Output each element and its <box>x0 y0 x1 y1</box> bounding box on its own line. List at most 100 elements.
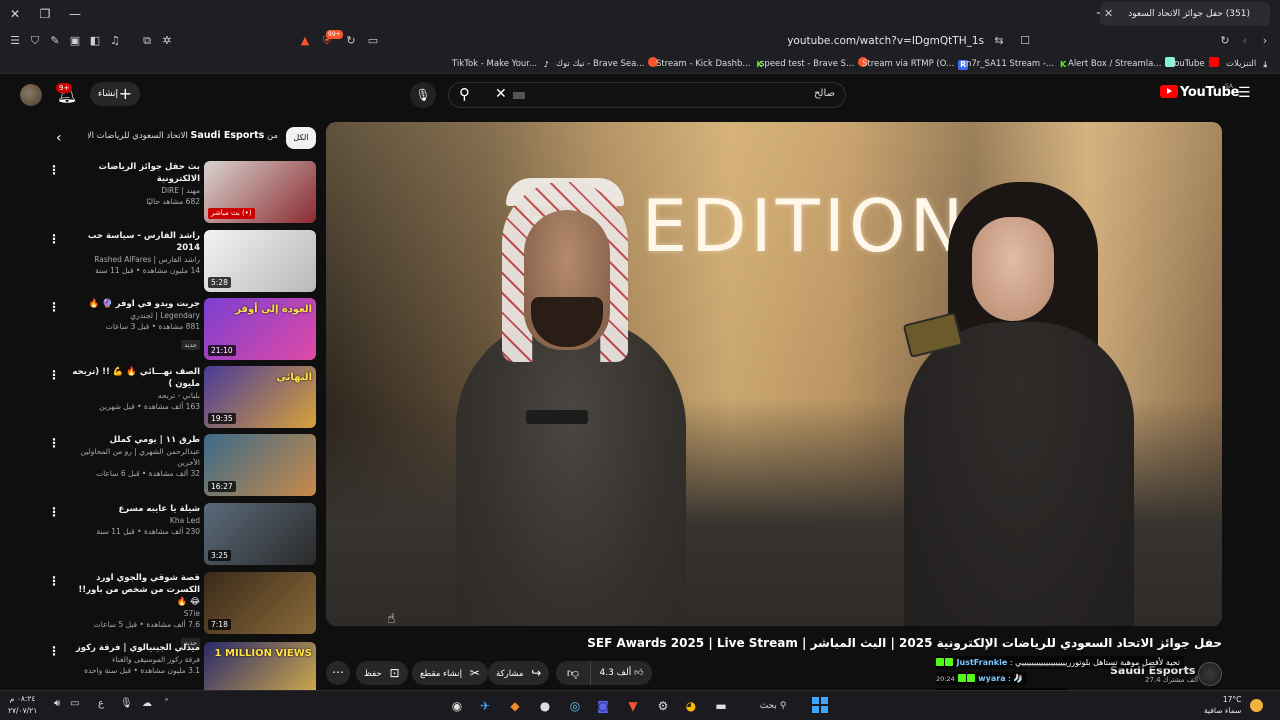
recommendation-item[interactable]: ⋮ طرق ١١ | يومي كملل عبدالرحمن الشهري | رو… <box>40 434 316 498</box>
bookmark-item[interactable]: TikTok - Make Your... ♪ <box>452 56 551 72</box>
file-explorer-icon[interactable]: ▬ <box>712 697 730 715</box>
sidebar-toggle-icon[interactable]: ◧ <box>86 32 104 50</box>
recommendation-channel[interactable]: Legendary | لجندري <box>70 310 200 321</box>
clip-button[interactable]: إنشاء مقطع ✂ <box>412 661 488 685</box>
more-vert-icon[interactable]: ⋮ <box>48 300 60 314</box>
site-settings-icon[interactable]: ⇆ <box>990 32 1008 50</box>
taskbar-clock[interactable]: ٠٨:٢٤ م ٢٧/٠٧/٢١ <box>8 693 37 717</box>
active-tab[interactable]: (351) حفل جوائز الاتحاد السعود ✕ <box>1100 2 1270 26</box>
recommendation-title[interactable]: بث حفل جوائز الرياضات الالكترونية <box>70 161 200 185</box>
video-player[interactable]: 5TH EDITION <box>326 122 1222 626</box>
address-bar[interactable]: youtube.com/watch?v=IDgmQtTH_1s <box>720 31 1020 51</box>
taskbar-search[interactable]: بحث ⚲ <box>740 697 806 715</box>
bookmark-item[interactable]: YouTube <box>1170 56 1219 72</box>
bookmark-icon[interactable]: ☐ <box>1016 32 1034 50</box>
more-vert-icon[interactable]: ⋮ <box>48 574 60 588</box>
recommendation-channel[interactable]: راشد الفارس | Rashed AlFares <box>70 254 200 265</box>
cast-icon[interactable]: ▭ <box>364 32 382 50</box>
recommendation-title[interactable]: جربت ويدو في اوفر 🔮 🔥 <box>70 298 200 310</box>
more-vert-icon[interactable]: ⋮ <box>48 232 60 246</box>
recommendation-item[interactable]: ⋮ شيلة يا عايبه مسرع Kha Led 230 ألف مشاهدة… <box>40 503 316 567</box>
bookmark-item[interactable]: تيك توك - Brave Sea... <box>556 56 659 72</box>
recommendation-title[interactable]: ميدلي الجينيالوي | فرقة ركوز <box>70 642 200 654</box>
recommendation-item[interactable]: ⋮ بث حفل جوائز الرياضات الالكترونية مهند |… <box>40 161 316 225</box>
rewards-icon[interactable]: ✎ <box>46 32 64 50</box>
recommendation-thumbnail[interactable]: 3:25 <box>204 503 316 565</box>
screenshot-icon[interactable]: ⧉ <box>138 32 156 50</box>
recommendation-item[interactable]: ⋮ راشد الفارس - سياسة حب 2014 راشد الفارس … <box>40 230 316 294</box>
extensions-icon[interactable]: ✲ <box>158 32 176 50</box>
recommendation-channel[interactable]: بلباني - تربحه <box>70 390 200 401</box>
steam-icon[interactable]: ◎ <box>566 697 584 715</box>
windows-start-icon[interactable] <box>812 697 828 713</box>
recommendation-title[interactable]: الصف نهـــائي 🔥 💪 !! (تربحه مليون ) <box>70 366 200 390</box>
music-icon[interactable]: ♫ <box>106 32 124 50</box>
filter-chip-all[interactable]: الكل <box>286 127 316 149</box>
restore-window-icon[interactable]: ❐ <box>34 4 56 24</box>
voice-search-mic-icon[interactable]: 🎙︎ <box>410 82 436 108</box>
steelseries-icon[interactable]: ◉ <box>448 697 466 715</box>
forward-icon[interactable]: › <box>1256 32 1274 50</box>
channel-filter-label[interactable]: من Saudi Esports الاتحاد السعودي للرياضا… <box>88 130 278 141</box>
brave-icon[interactable]: ▼ <box>624 697 642 715</box>
downloads-item[interactable]: التنزيلات ⤓ <box>1226 56 1270 72</box>
chrome-icon[interactable]: ◕ <box>682 697 700 715</box>
recommendation-title[interactable]: راشد الفارس - سياسة حب 2014 <box>70 230 200 254</box>
more-vert-icon[interactable]: ⋮ <box>48 436 60 450</box>
more-vert-icon[interactable]: ⋮ <box>48 368 60 382</box>
recommendation-item[interactable]: ⋮ الصف نهـــائي 🔥 💪 !! (تربحه مليون ) بلبا… <box>40 366 316 430</box>
more-vert-icon[interactable]: ⋮ <box>48 644 60 658</box>
recommendation-channel[interactable]: Kha Led <box>70 515 200 526</box>
brave-rewards-icon[interactable]: ▲ <box>296 32 314 50</box>
sidebar-menu-icon[interactable]: ☰ <box>6 32 24 50</box>
account-avatar[interactable] <box>20 84 42 106</box>
more-actions-button[interactable]: ⋯ <box>326 661 350 685</box>
recommendation-channel[interactable]: مهند | DiRE <box>70 185 200 196</box>
guide-menu-icon[interactable]: ☰ <box>1238 85 1251 101</box>
clear-search-icon[interactable]: ✕ <box>495 86 507 102</box>
recommendation-item[interactable]: ⋮ جربت ويدو في اوفر 🔮 🔥 Legendary | لجندري… <box>40 298 316 362</box>
shield-icon[interactable]: ⛉ <box>26 32 44 50</box>
recommendation-item[interactable]: ⋮ قصة شوقي والجوي اورد الكسرت من شخص من ب… <box>40 572 316 648</box>
minimize-window-icon[interactable]: — <box>64 4 86 24</box>
channel-avatar[interactable] <box>1198 662 1222 686</box>
weather-widget[interactable]: 17°C سماء صافية <box>1204 694 1241 716</box>
recommendation-thumbnail[interactable]: العودة إلى أوفر 21:10 <box>204 298 316 360</box>
recommendation-thumbnail[interactable]: 7:18 <box>204 572 316 634</box>
github-icon[interactable]: ● <box>536 697 554 715</box>
keyboard-language[interactable]: ع <box>98 698 104 709</box>
recommendation-title[interactable]: طرق ١١ | يومي كملل <box>70 434 200 446</box>
more-vert-icon[interactable]: ⋮ <box>48 505 60 519</box>
tray-overflow-icon[interactable]: ˄ <box>164 698 169 709</box>
save-button[interactable]: حفظ ⊡ <box>356 661 408 685</box>
recommendation-thumbnail[interactable]: بث مباشر (•) <box>204 161 316 223</box>
recommendation-channel[interactable]: فرقة ركوز الموسيقى والغناء <box>70 654 200 665</box>
speaker-icon[interactable]: 🔊︎ <box>54 698 60 709</box>
create-button[interactable]: إنشاء + <box>90 82 140 106</box>
close-window-icon[interactable]: ✕ <box>4 4 26 24</box>
onedrive-icon[interactable]: ☁ <box>142 698 152 709</box>
dislike-button[interactable]: 👎︎ <box>556 661 590 685</box>
recommendation-thumbnail[interactable]: النهائي 19:35 <box>204 366 316 428</box>
search-input[interactable]: ⚲ ✕ صالح <box>448 82 846 108</box>
back-icon[interactable]: ‹ <box>1236 32 1254 50</box>
bookmark-item[interactable]: n7r_SA11 Stream -... K <box>966 56 1068 72</box>
bookmark-item[interactable]: speed test - Brave S... <box>760 56 869 72</box>
more-vert-icon[interactable]: ⋮ <box>48 163 60 177</box>
recommendation-channel[interactable]: عبدالرحمن الشهري | رو من المحاولين الآخر… <box>70 446 200 468</box>
sublime-icon[interactable]: ◆ <box>506 697 524 715</box>
recommendation-title[interactable]: قصة شوقي والجوي اورد الكسرت من شخص من با… <box>70 572 200 608</box>
discord-icon[interactable]: ◙ <box>594 697 612 715</box>
bookmark-item[interactable]: Stream via RTMP (O... R <box>862 56 969 72</box>
chevron-left-icon[interactable]: ‹ <box>56 130 62 146</box>
microphone-icon[interactable]: 🎙︎ <box>120 698 133 709</box>
recommendation-thumbnail[interactable]: 16:27 <box>204 434 316 496</box>
reload-page-icon[interactable]: ↻ <box>342 32 360 50</box>
recommendation-thumbnail[interactable]: 5:28 <box>204 230 316 292</box>
search-icon[interactable]: ⚲ <box>459 85 470 103</box>
bookmark-item[interactable]: Alert Box / Streamla... <box>1068 56 1176 72</box>
network-icon[interactable]: ▭ <box>70 698 79 709</box>
recommendation-channel[interactable]: S7ie <box>70 608 200 619</box>
settings-gear-icon[interactable]: ⚙ <box>654 697 672 715</box>
recommendation-title[interactable]: شيلة يا عايبه مسرع <box>70 503 200 515</box>
